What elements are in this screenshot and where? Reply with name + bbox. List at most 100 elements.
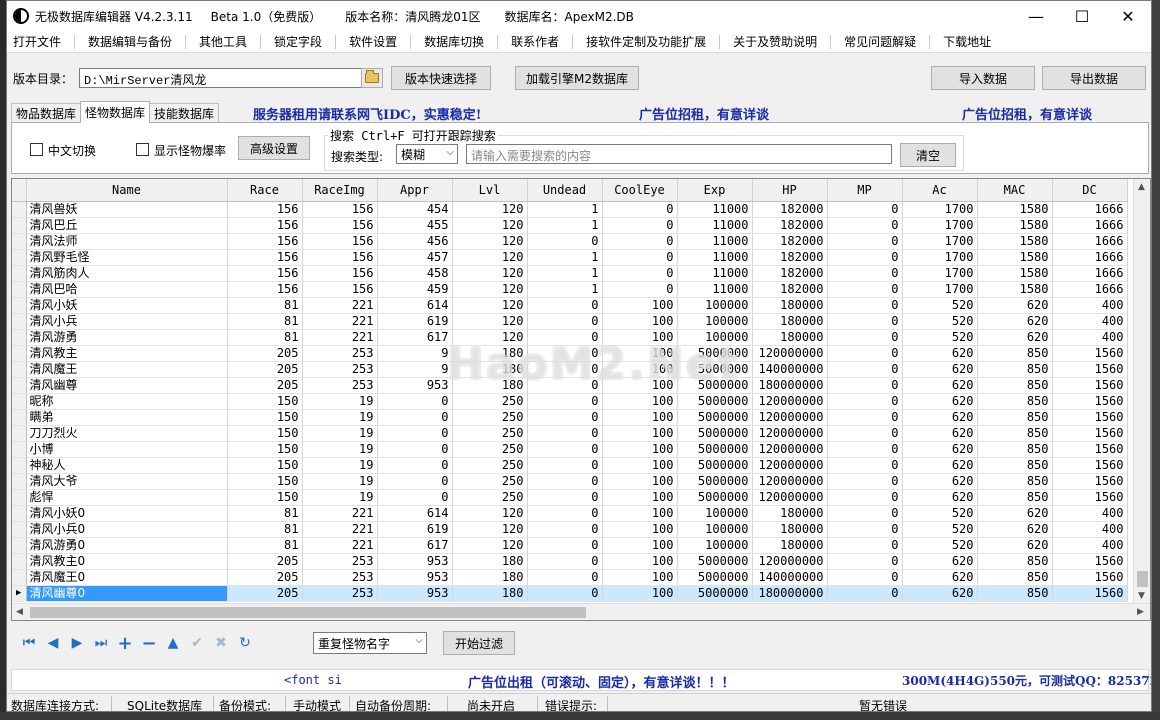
table-cell[interactable]: 953 — [377, 569, 453, 586]
table-cell[interactable]: 120000000 — [752, 345, 828, 362]
table-cell[interactable]: 620 — [902, 473, 978, 490]
table-cell[interactable]: 0 — [827, 409, 903, 426]
table-cell[interactable]: 180 — [452, 585, 528, 602]
table-cell[interactable]: 0 — [527, 345, 603, 362]
table-cell[interactable]: 617 — [377, 537, 453, 554]
menu-item[interactable]: 联系作者 — [505, 33, 565, 50]
table-cell[interactable]: 120000000 — [752, 409, 828, 426]
table-cell[interactable]: 120 — [452, 233, 528, 250]
tab-skill-db[interactable]: 技能数据库 — [149, 103, 220, 123]
table-cell[interactable]: 221 — [302, 537, 378, 554]
table-cell[interactable]: 250 — [452, 393, 528, 410]
table-cell[interactable]: 140000000 — [752, 569, 828, 586]
table-cell[interactable]: 清风小兵 — [26, 313, 228, 330]
column-header-undead[interactable]: Undead — [527, 179, 603, 202]
table-cell[interactable]: 0 — [602, 281, 678, 298]
table-cell[interactable]: 清风游勇 — [26, 329, 228, 346]
scroll-up-icon[interactable]: ▲ — [1138, 182, 1145, 192]
table-cell[interactable]: 180000 — [752, 505, 828, 522]
table-row[interactable]: 清风法师 156 156 456 120 0 0 11000 182000 0 1700 1580 16… — [12, 233, 1128, 250]
table-cell[interactable]: 5000000 — [677, 489, 753, 506]
table-cell[interactable]: 120000000 — [752, 553, 828, 570]
table-cell[interactable]: 120 — [452, 313, 528, 330]
table-cell[interactable]: 11000 — [677, 217, 753, 234]
table-cell[interactable]: 253 — [302, 569, 378, 586]
table-cell[interactable]: 小博 — [26, 441, 228, 458]
table-row[interactable]: 清风野毛怪 156 156 457 120 1 0 11000 182000 0 1700 1580 1… — [12, 249, 1128, 266]
table-cell[interactable]: 100 — [602, 297, 678, 314]
table-cell[interactable]: 刀刀烈火 — [26, 425, 228, 442]
table-cell[interactable]: 5000000 — [677, 425, 753, 442]
table-cell[interactable]: 1 — [527, 201, 603, 218]
table-cell[interactable]: 120000000 — [752, 441, 828, 458]
table-cell[interactable]: 1700 — [902, 217, 978, 234]
table-cell[interactable]: 250 — [452, 457, 528, 474]
table-cell[interactable]: 100 — [602, 537, 678, 554]
table-cell[interactable]: 953 — [377, 585, 453, 602]
menu-item[interactable]: 数据库切换 — [418, 33, 490, 50]
table-cell[interactable]: 250 — [452, 489, 528, 506]
table-cell[interactable]: 0 — [527, 329, 603, 346]
table-cell[interactable]: 0 — [602, 249, 678, 266]
table-cell[interactable]: 0 — [602, 233, 678, 250]
table-row[interactable]: 清风幽尊 205 253 953 180 0 100 5000000 180000000 0 620… — [12, 377, 1128, 394]
menu-item[interactable]: 打开文件 — [7, 33, 67, 50]
column-header-appr[interactable]: Appr — [377, 179, 453, 202]
table-cell[interactable]: 221 — [302, 313, 378, 330]
menu-item[interactable]: 接软件定制及功能扩展 — [580, 33, 712, 50]
table-cell[interactable]: 清风小兵0 — [26, 521, 228, 538]
table-cell[interactable]: 850 — [977, 377, 1053, 394]
table-cell[interactable]: 400 — [1052, 505, 1128, 522]
table-cell[interactable]: 250 — [452, 409, 528, 426]
table-cell[interactable]: 0 — [377, 425, 453, 442]
table-row[interactable]: 清风小妖 81 221 614 120 0 100 100000 180000 0 520 620 40… — [12, 297, 1128, 314]
insert-icon[interactable]: + — [113, 631, 137, 655]
post-icon[interactable]: ✔ — [185, 631, 209, 655]
table-row[interactable]: 清风小兵0 81 221 619 120 0 100 100000 180000 0 520 620 4… — [12, 521, 1128, 538]
table-cell[interactable]: 620 — [902, 457, 978, 474]
table-cell[interactable]: 0 — [527, 297, 603, 314]
table-cell[interactable]: 182000 — [752, 217, 828, 234]
table-cell[interactable]: 81 — [227, 313, 303, 330]
table-cell[interactable]: 180000 — [752, 521, 828, 538]
row-indicator[interactable] — [12, 265, 27, 282]
table-cell[interactable]: 1560 — [1052, 441, 1128, 458]
tab-item-db[interactable]: 物品数据库 — [11, 103, 82, 123]
table-cell[interactable]: 620 — [977, 537, 1053, 554]
table-cell[interactable]: 0 — [827, 553, 903, 570]
table-cell[interactable]: 400 — [1052, 521, 1128, 538]
table-cell[interactable]: 156 — [227, 217, 303, 234]
table-cell[interactable]: 850 — [977, 409, 1053, 426]
column-header-cooleye[interactable]: CoolEye — [602, 179, 678, 202]
table-cell[interactable]: 清风小妖0 — [26, 505, 228, 522]
table-row[interactable]: 清风巴丘 156 156 455 120 1 0 11000 182000 0 1700 1580 16… — [12, 217, 1128, 234]
table-cell[interactable]: 0 — [602, 217, 678, 234]
table-cell[interactable]: 19 — [302, 393, 378, 410]
table-cell[interactable]: 5000000 — [677, 361, 753, 378]
table-cell[interactable]: 400 — [1052, 313, 1128, 330]
table-cell[interactable]: 0 — [827, 521, 903, 538]
table-cell[interactable]: 0 — [527, 505, 603, 522]
table-cell[interactable]: 182000 — [752, 233, 828, 250]
table-cell[interactable]: 205 — [227, 553, 303, 570]
row-indicator[interactable] — [12, 345, 27, 362]
table-cell[interactable]: 1666 — [1052, 265, 1128, 282]
table-cell[interactable]: 156 — [302, 281, 378, 298]
table-cell[interactable]: 0 — [377, 489, 453, 506]
vertical-scrollbar[interactable]: ▲ ▼ — [1133, 179, 1150, 604]
table-cell[interactable]: 850 — [977, 361, 1053, 378]
table-cell[interactable]: 520 — [902, 505, 978, 522]
table-row[interactable]: 清风魔王0 205 253 953 180 0 100 5000000 140000000 0 62… — [12, 569, 1128, 586]
table-cell[interactable]: 100 — [602, 441, 678, 458]
table-cell[interactable]: 1560 — [1052, 473, 1128, 490]
table-cell[interactable]: 850 — [977, 489, 1053, 506]
table-row[interactable]: 刀刀烈火 150 19 0 250 0 100 5000000 120000000 0 620 850… — [12, 425, 1128, 442]
table-cell[interactable]: 彪悍 — [26, 489, 228, 506]
table-cell[interactable]: 459 — [377, 281, 453, 298]
column-header-raceimg[interactable]: RaceImg — [302, 179, 378, 202]
table-cell[interactable]: 9 — [377, 345, 453, 362]
row-indicator[interactable] — [12, 393, 27, 410]
table-cell[interactable]: 1666 — [1052, 281, 1128, 298]
table-cell[interactable]: 100000 — [677, 537, 753, 554]
scroll-down-icon[interactable]: ▼ — [1138, 591, 1145, 601]
